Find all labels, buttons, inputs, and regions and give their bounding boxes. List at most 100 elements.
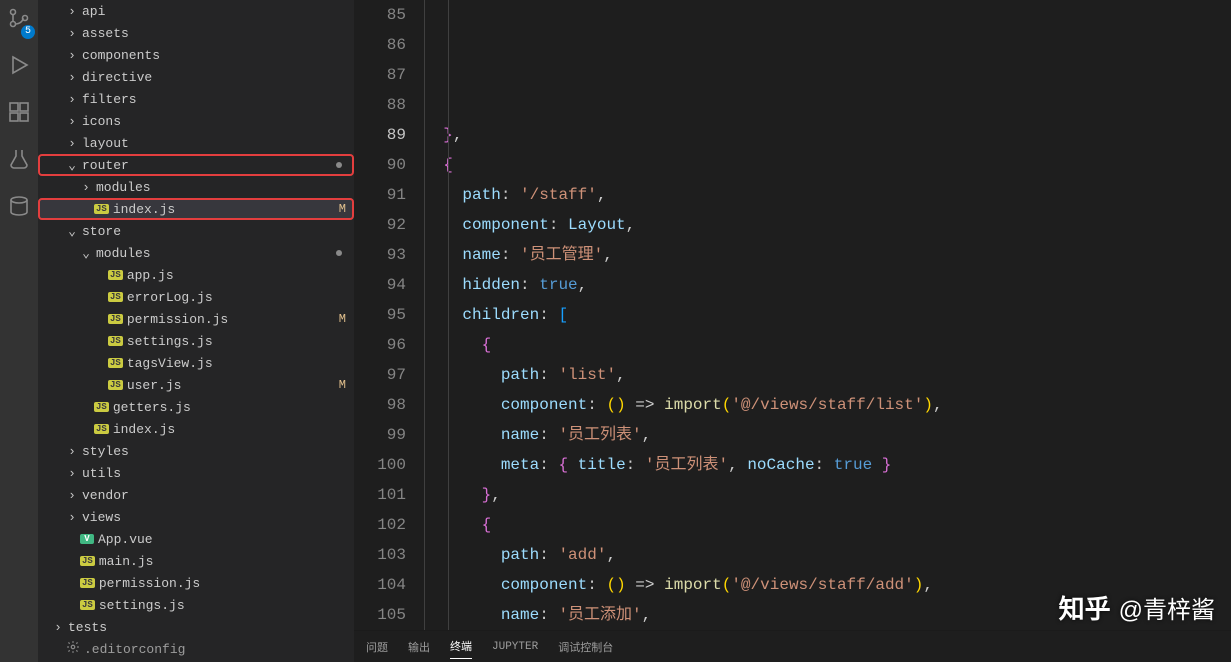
folder-router[interactable]: ⌄router	[38, 154, 354, 176]
file-label: getters.js	[113, 400, 191, 415]
line-number: 99	[354, 420, 406, 450]
folder-layout[interactable]: ›layout	[38, 132, 354, 154]
code-line[interactable]: children: [	[424, 300, 1231, 330]
code-line[interactable]: path: 'list',	[424, 360, 1231, 390]
folder-api[interactable]: ›api	[38, 0, 354, 22]
line-number: 95	[354, 300, 406, 330]
file-settings.js[interactable]: JSsettings.js	[38, 594, 354, 616]
bottom-panel-tabs: 问题输出终端 JUPYTER 调试控制台	[354, 630, 1231, 662]
file-label: main.js	[99, 554, 154, 569]
chevron-right-icon: ›	[52, 620, 64, 635]
code-line[interactable]: path: '/staff',	[424, 180, 1231, 210]
code-line[interactable]: {	[424, 330, 1231, 360]
folder-assets[interactable]: ›assets	[38, 22, 354, 44]
line-number: 86	[354, 30, 406, 60]
folder-components[interactable]: ›components	[38, 44, 354, 66]
code-line[interactable]: path: 'add',	[424, 540, 1231, 570]
line-number: 105	[354, 600, 406, 630]
file-label: user.js	[127, 378, 182, 393]
scm-badge: 5	[21, 25, 35, 39]
js-icon: JS	[94, 402, 109, 412]
folder-label: vendor	[82, 488, 129, 503]
file-permission.js[interactable]: JSpermission.jsM	[38, 308, 354, 330]
file-index.js[interactable]: JSindex.jsM	[38, 198, 354, 220]
file-user.js[interactable]: JSuser.jsM	[38, 374, 354, 396]
js-icon: JS	[80, 578, 95, 588]
code-line[interactable]: },	[424, 480, 1231, 510]
file-errorLog.js[interactable]: JSerrorLog.js	[38, 286, 354, 308]
folder-label: modules	[96, 180, 151, 195]
file-tagsView.js[interactable]: JStagsView.js	[38, 352, 354, 374]
debug-icon[interactable]	[7, 53, 31, 82]
file-index.js[interactable]: JSindex.js	[38, 418, 354, 440]
file-app.js[interactable]: JS app.js	[38, 264, 354, 286]
code-content[interactable]: }, { path: '/staff', component: Layout, …	[424, 0, 1231, 630]
code-line[interactable]: meta: { title: '员工列表', noCache: true }	[424, 450, 1231, 480]
git-status: M	[339, 378, 346, 392]
extensions-icon[interactable]	[7, 100, 31, 129]
chevron-right-icon: ›	[66, 92, 78, 107]
chevron-right-icon: ›	[66, 510, 78, 525]
line-number: 92	[354, 210, 406, 240]
js-icon: JS	[94, 424, 109, 434]
code-line[interactable]: {	[424, 150, 1231, 180]
db-icon[interactable]	[7, 194, 31, 223]
folder-label: router	[82, 158, 129, 173]
code-line[interactable]: name: '员工管理',	[424, 240, 1231, 270]
file-label: App.vue	[98, 532, 153, 547]
file-getters.js[interactable]: JS getters.js	[38, 396, 354, 418]
folder-icons[interactable]: ›icons	[38, 110, 354, 132]
folder-store[interactable]: ⌄store	[38, 220, 354, 242]
folder-views[interactable]: ›views	[38, 506, 354, 528]
activity-bar: 5	[0, 0, 38, 662]
explorer-tree[interactable]: ›api›assets›components›directive›filters…	[38, 0, 354, 662]
js-icon: JS	[108, 314, 123, 324]
git-status: M	[339, 202, 346, 216]
js-icon: JS	[108, 270, 123, 280]
chevron-right-icon: ›	[66, 466, 78, 481]
panel-tab-4[interactable]: 调试控制台	[558, 635, 613, 659]
js-icon: JS	[94, 204, 109, 214]
folder-styles[interactable]: ›styles	[38, 440, 354, 462]
panel-tab-2[interactable]: 终端	[450, 634, 472, 659]
file-.editorconfig[interactable]: .editorconfig	[38, 638, 354, 660]
panel-tab-0[interactable]: 问题	[366, 635, 388, 659]
file-settings.js[interactable]: JSsettings.js	[38, 330, 354, 352]
file-label: settings.js	[99, 598, 185, 613]
folder-tests[interactable]: ›tests	[38, 616, 354, 638]
line-number: 94	[354, 270, 406, 300]
chevron-down-icon: ⌄	[80, 246, 92, 261]
source-control-icon[interactable]: 5	[7, 6, 31, 35]
file-label: app.js	[127, 268, 174, 283]
line-number: 91	[354, 180, 406, 210]
code-line[interactable]: component: Layout,	[424, 210, 1231, 240]
folder-modules[interactable]: ›modules	[38, 176, 354, 198]
file-label: .editorconfig	[84, 642, 185, 657]
code-line[interactable]: hidden: true,	[424, 270, 1231, 300]
line-gutter: 8586878889909192939495969798991001011021…	[354, 0, 424, 630]
file-App.vue[interactable]: V App.vue	[38, 528, 354, 550]
panel-tab-3[interactable]: JUPYTER	[492, 637, 538, 657]
code-line[interactable]: component: () => import('@/views/staff/l…	[424, 390, 1231, 420]
watermark-handle: @青梓酱	[1119, 590, 1215, 625]
line-number: 85	[354, 0, 406, 30]
code-line[interactable]: {	[424, 510, 1231, 540]
folder-label: modules	[96, 246, 151, 261]
file-label: settings.js	[127, 334, 213, 349]
folder-filters[interactable]: ›filters	[38, 88, 354, 110]
code-line[interactable]: },	[424, 120, 1231, 150]
folder-directive[interactable]: ›directive	[38, 66, 354, 88]
code-line[interactable]: name: '员工列表',	[424, 420, 1231, 450]
folder-utils[interactable]: ›utils	[38, 462, 354, 484]
folder-modules[interactable]: ⌄ modules	[38, 242, 354, 264]
folder-label: directive	[82, 70, 152, 85]
js-icon: JS	[108, 358, 123, 368]
testing-icon[interactable]	[7, 147, 31, 176]
panel-tab-1[interactable]: 输出	[408, 635, 430, 659]
file-permission.js[interactable]: JSpermission.js	[38, 572, 354, 594]
line-number: 96	[354, 330, 406, 360]
zhihu-logo: 知乎	[1059, 589, 1111, 626]
folder-vendor[interactable]: ›vendor	[38, 484, 354, 506]
file-main.js[interactable]: JSmain.js	[38, 550, 354, 572]
vue-icon: V	[80, 534, 94, 544]
